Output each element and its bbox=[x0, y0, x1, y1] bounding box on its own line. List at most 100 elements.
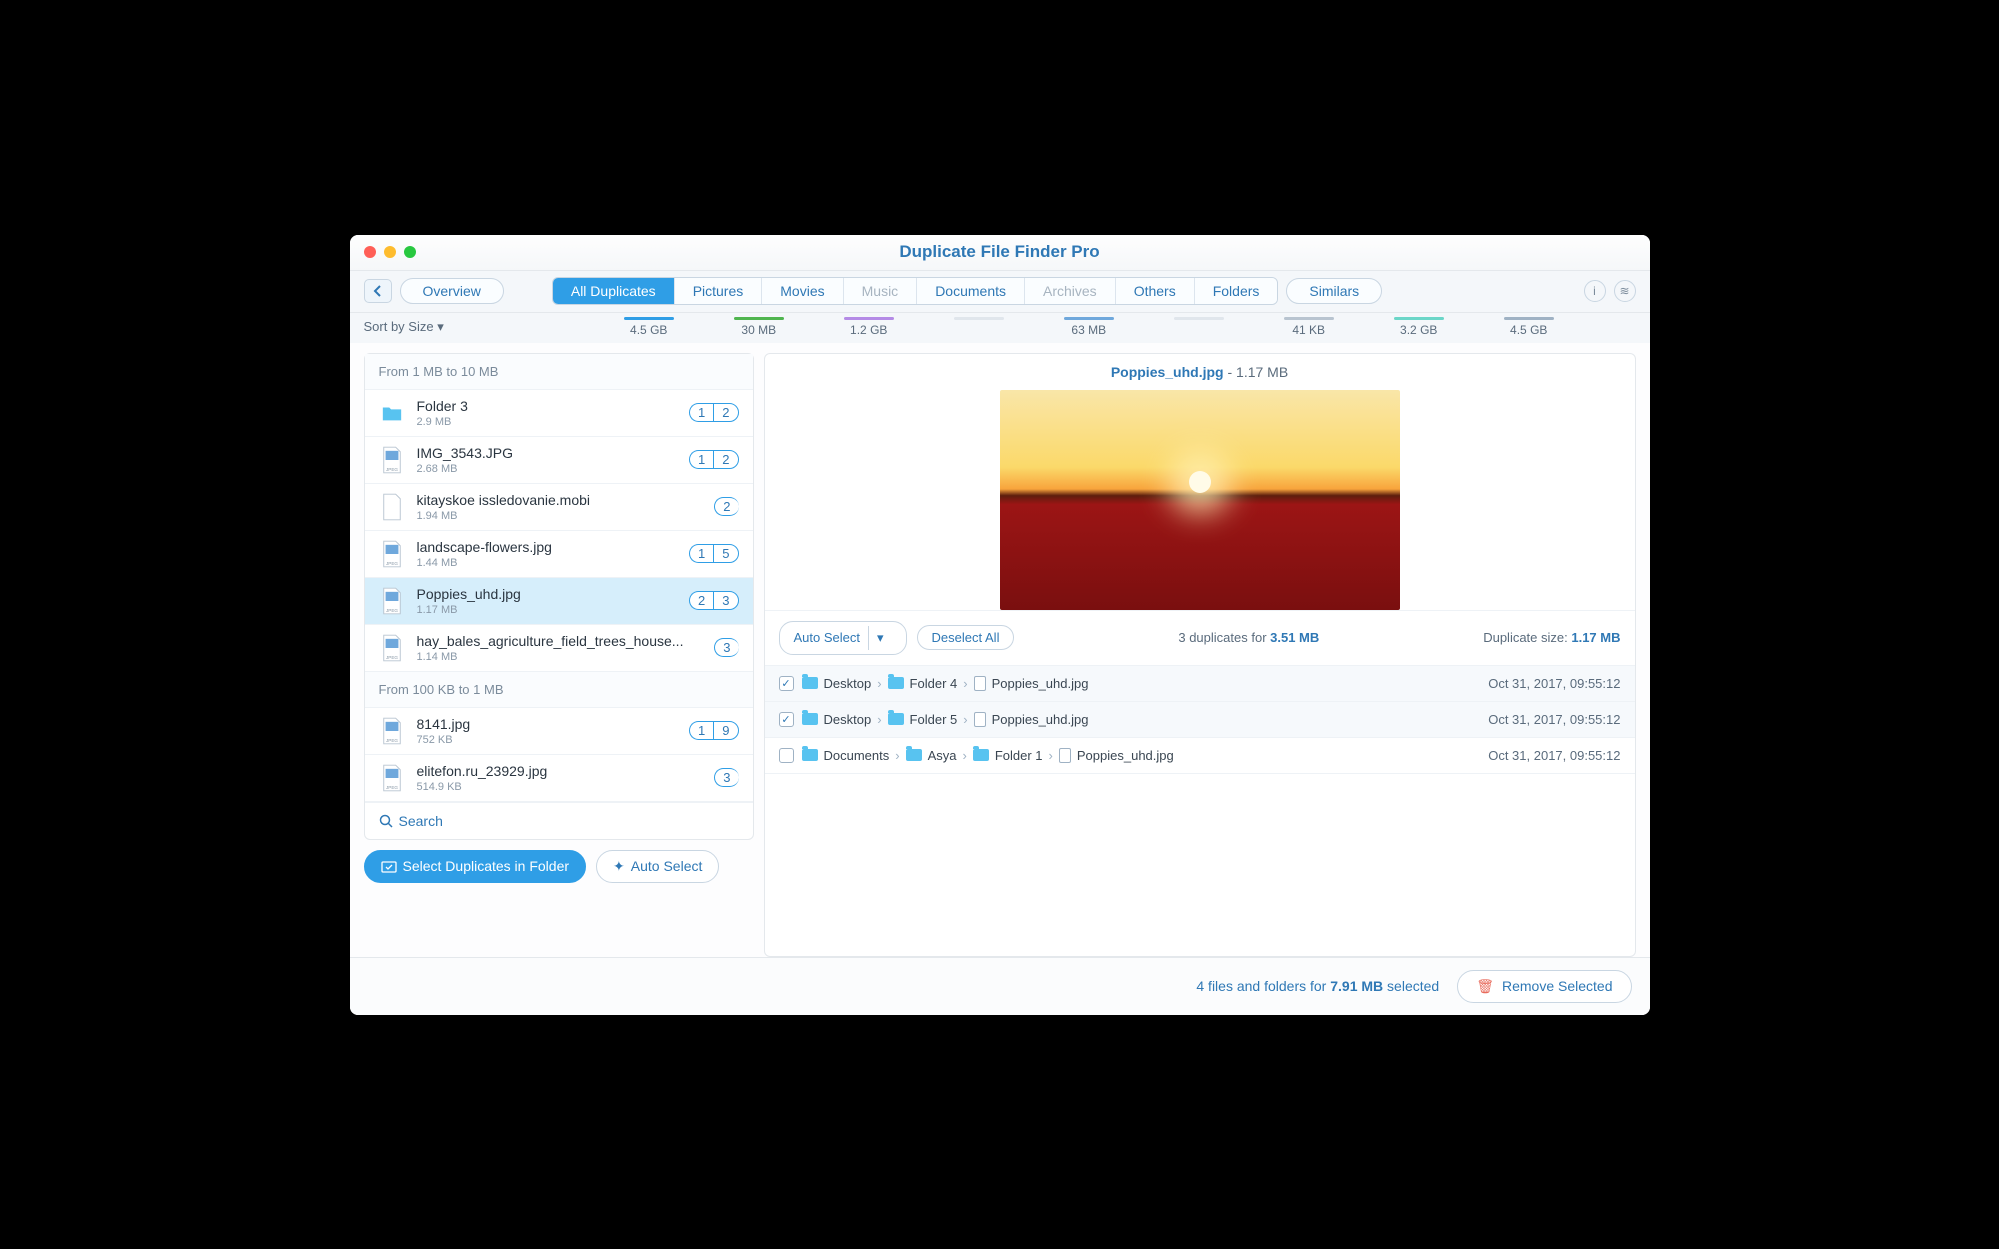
svg-text:JPEG: JPEG bbox=[386, 738, 398, 743]
select-duplicates-in-folder-button[interactable]: Select Duplicates in Folder bbox=[364, 850, 587, 883]
list-item[interactable]: JPEG elitefon.ru_23929.jpg514.9 KB 3 bbox=[365, 755, 753, 802]
svg-text:JPEG: JPEG bbox=[386, 655, 398, 660]
size-indicator: 3.2 GB bbox=[1364, 317, 1474, 337]
svg-text:JPEG: JPEG bbox=[386, 608, 398, 613]
duplicate-list: From 1 MB to 10 MB Folder 32.9 MB 12JPEG… bbox=[364, 353, 754, 840]
svg-text:JPEG: JPEG bbox=[386, 467, 398, 472]
count-badge: 19 bbox=[689, 721, 738, 740]
checkbox[interactable] bbox=[779, 712, 794, 727]
folder-icon bbox=[888, 713, 904, 725]
tab-movies[interactable]: Movies bbox=[762, 278, 843, 304]
detail-toolbar: Auto Select ▾ Deselect All 3 duplicates … bbox=[765, 610, 1635, 666]
count-badge: 15 bbox=[689, 544, 738, 563]
tab-all-duplicates[interactable]: All Duplicates bbox=[553, 278, 675, 304]
similars-button[interactable]: Similars bbox=[1286, 278, 1382, 304]
size-indicator: 1.2 GB bbox=[814, 317, 924, 337]
tab-documents[interactable]: Documents bbox=[917, 278, 1025, 304]
chevron-right-icon: › bbox=[1049, 748, 1053, 763]
chevron-right-icon: › bbox=[895, 748, 899, 763]
footer: 4 files and folders for 7.91 MB selected… bbox=[350, 957, 1650, 1015]
list-item[interactable]: JPEG hay_bales_agriculture_field_trees_h… bbox=[365, 625, 753, 672]
folder-icon bbox=[379, 398, 405, 428]
preview-image bbox=[1000, 390, 1400, 610]
size-row: Sort by Size ▾ 4.5 GB 30 MB1.2 GB 63 MB 41 … bbox=[350, 313, 1650, 343]
folder-icon bbox=[802, 749, 818, 761]
size-indicator: 41 KB bbox=[1254, 317, 1364, 337]
svg-text:JPEG: JPEG bbox=[386, 785, 398, 790]
breadcrumb: Documents›Asya›Folder 1›Poppies_uhd.jpg bbox=[802, 748, 1174, 763]
overview-button[interactable]: Overview bbox=[400, 278, 504, 304]
group-header: From 100 KB to 1 MB bbox=[365, 672, 753, 708]
auto-select-detail-button[interactable]: Auto Select ▾ bbox=[779, 621, 907, 655]
checkbox[interactable] bbox=[779, 676, 794, 691]
detail-panel: Poppies_uhd.jpg - 1.17 MB Auto Select ▾ … bbox=[764, 353, 1636, 957]
count-badge: 3 bbox=[714, 638, 738, 657]
folder-icon bbox=[888, 677, 904, 689]
count-badge: 12 bbox=[689, 450, 738, 469]
jpeg-icon: JPEG bbox=[379, 586, 405, 616]
back-button[interactable] bbox=[364, 279, 392, 303]
list-item[interactable]: JPEG 8141.jpg752 KB 19 bbox=[365, 708, 753, 755]
remove-selected-button[interactable]: 🗑 Remove Selected bbox=[1457, 970, 1631, 1003]
search-button[interactable]: Search bbox=[365, 802, 753, 839]
size-indicator: 63 MB bbox=[1034, 317, 1144, 337]
breadcrumb: Desktop›Folder 4›Poppies_uhd.jpg bbox=[802, 676, 1089, 691]
chevron-right-icon: › bbox=[963, 712, 967, 727]
jpeg-icon: JPEG bbox=[379, 445, 405, 475]
folder-icon bbox=[802, 713, 818, 725]
size-indicator bbox=[1144, 317, 1254, 337]
sort-dropdown[interactable]: Sort by Size ▾ bbox=[364, 319, 444, 335]
chevron-down-icon[interactable]: ▾ bbox=[868, 626, 892, 650]
tab-pictures[interactable]: Pictures bbox=[675, 278, 763, 304]
search-icon bbox=[379, 814, 393, 828]
file-icon bbox=[974, 712, 986, 727]
jpeg-icon: JPEG bbox=[379, 633, 405, 663]
list-item[interactable]: kitayskoe issledovanie.mobi1.94 MB 2 bbox=[365, 484, 753, 531]
auto-select-button[interactable]: ✦ Auto Select bbox=[596, 850, 719, 883]
rss-icon[interactable]: ≋ bbox=[1614, 280, 1636, 302]
count-badge: 23 bbox=[689, 591, 738, 610]
doc-icon bbox=[379, 492, 405, 522]
folder-icon bbox=[906, 749, 922, 761]
tab-archives[interactable]: Archives bbox=[1025, 278, 1116, 304]
breadcrumb: Desktop›Folder 5›Poppies_uhd.jpg bbox=[802, 712, 1089, 727]
tab-folders[interactable]: Folders bbox=[1195, 278, 1278, 304]
svg-text:JPEG: JPEG bbox=[386, 561, 398, 566]
jpeg-icon: JPEG bbox=[379, 763, 405, 793]
duplicate-row[interactable]: Desktop›Folder 4›Poppies_uhd.jpg Oct 31,… bbox=[765, 666, 1635, 702]
titlebar: Duplicate File Finder Pro bbox=[350, 235, 1650, 271]
app-window: Duplicate File Finder Pro Overview All D… bbox=[350, 235, 1650, 1015]
list-item[interactable]: Folder 32.9 MB 12 bbox=[365, 390, 753, 437]
chevron-left-icon bbox=[373, 285, 383, 297]
category-tabs: All DuplicatesPicturesMoviesMusicDocumen… bbox=[552, 277, 1279, 305]
file-icon bbox=[1059, 748, 1071, 763]
folder-check-icon bbox=[381, 859, 397, 873]
date-label: Oct 31, 2017, 09:55:12 bbox=[1488, 676, 1620, 691]
info-icon[interactable]: i bbox=[1584, 280, 1606, 302]
chevron-right-icon: › bbox=[963, 676, 967, 691]
duplicate-row[interactable]: Documents›Asya›Folder 1›Poppies_uhd.jpg … bbox=[765, 738, 1635, 774]
tab-music[interactable]: Music bbox=[844, 278, 918, 304]
jpeg-icon: JPEG bbox=[379, 716, 405, 746]
chevron-right-icon: › bbox=[877, 676, 881, 691]
folder-icon bbox=[802, 677, 818, 689]
toolbar: Overview All DuplicatesPicturesMoviesMus… bbox=[350, 271, 1650, 313]
detail-title: Poppies_uhd.jpg - 1.17 MB bbox=[765, 354, 1635, 390]
folder-icon bbox=[973, 749, 989, 761]
checkbox[interactable] bbox=[779, 748, 794, 763]
list-item[interactable]: JPEG IMG_3543.JPG2.68 MB 12 bbox=[365, 437, 753, 484]
selection-status: 4 files and folders for 7.91 MB selected bbox=[1196, 978, 1439, 994]
sparkle-icon: ✦ bbox=[613, 858, 625, 875]
deselect-all-button[interactable]: Deselect All bbox=[917, 625, 1015, 650]
count-badge: 2 bbox=[714, 497, 738, 516]
list-item[interactable]: JPEG Poppies_uhd.jpg1.17 MB 23 bbox=[365, 578, 753, 625]
size-indicator: 30 MB bbox=[704, 317, 814, 337]
duplicate-row[interactable]: Desktop›Folder 5›Poppies_uhd.jpg Oct 31,… bbox=[765, 702, 1635, 738]
count-badge: 12 bbox=[689, 403, 738, 422]
size-indicator: 4.5 GB bbox=[1474, 317, 1584, 337]
preview-area bbox=[765, 390, 1635, 610]
tab-others[interactable]: Others bbox=[1116, 278, 1195, 304]
trash-icon: 🗑 bbox=[1476, 978, 1494, 995]
list-item[interactable]: JPEG landscape-flowers.jpg1.44 MB 15 bbox=[365, 531, 753, 578]
jpeg-icon: JPEG bbox=[379, 539, 405, 569]
